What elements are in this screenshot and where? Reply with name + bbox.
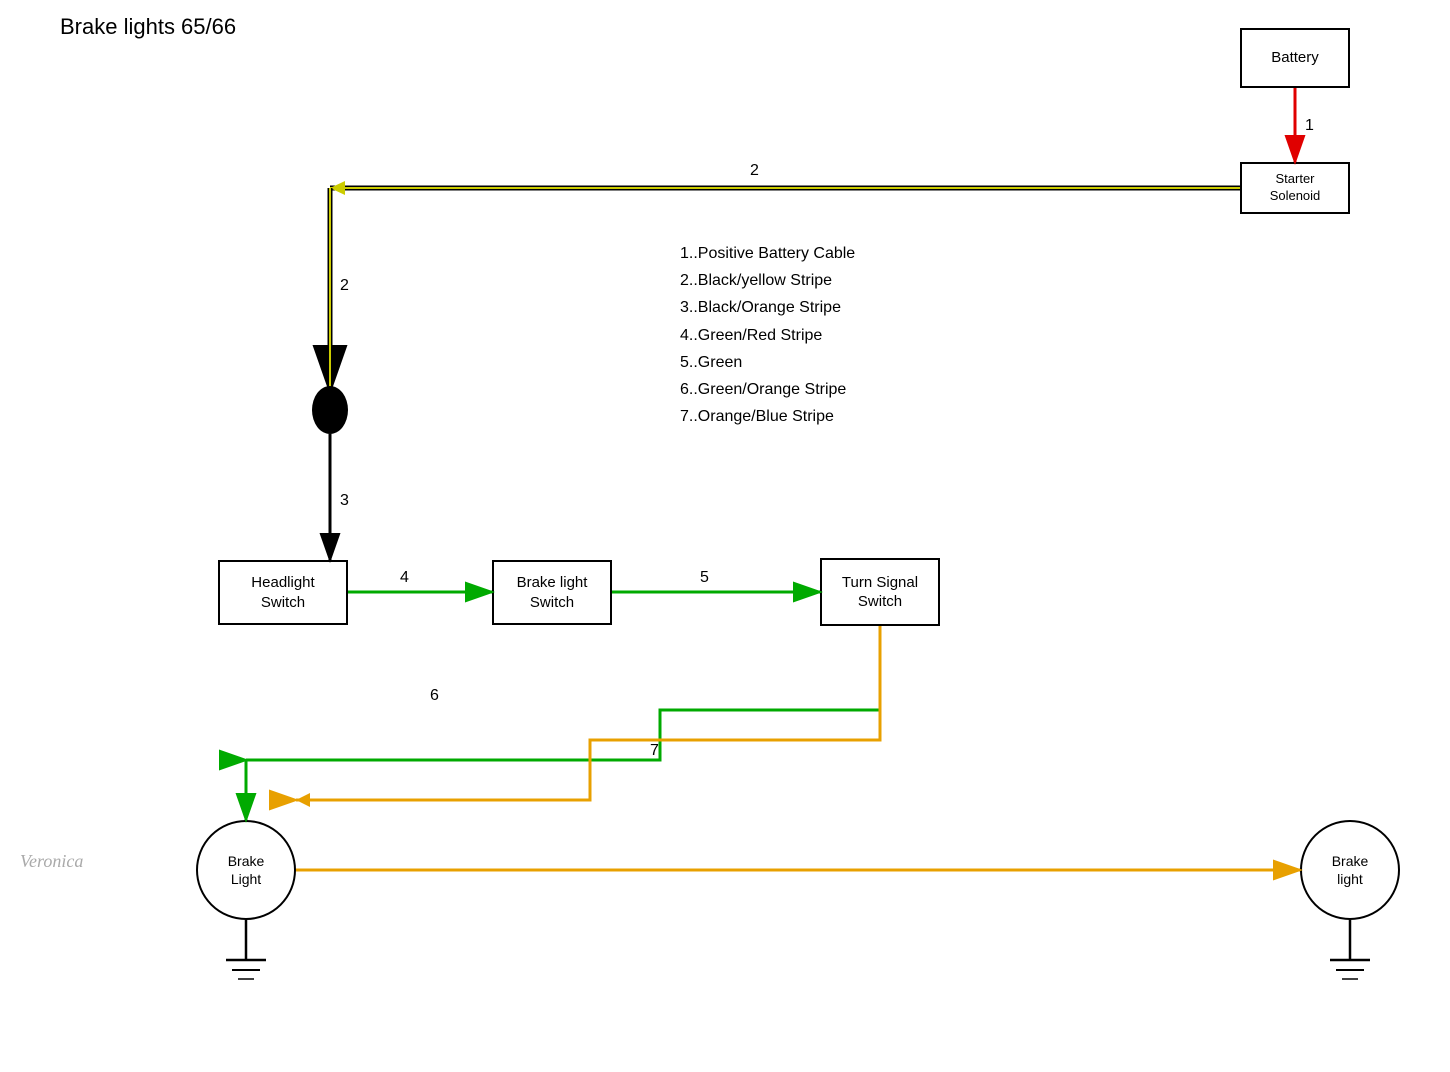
label-1: 1 <box>1305 117 1314 134</box>
label-5: 5 <box>700 569 709 586</box>
label-4: 4 <box>400 569 409 586</box>
label-2-top: 2 <box>750 162 759 179</box>
label-2-vert: 2 <box>340 277 349 294</box>
wiring-diagram: 1 2 2 3 4 5 6 7 <box>0 0 1450 1072</box>
junction-dot <box>312 386 348 434</box>
wire-7-orange-left <box>296 626 880 800</box>
label-3: 3 <box>340 492 349 509</box>
label-6: 6 <box>430 687 439 704</box>
orange-arrow-left-bl <box>296 793 310 807</box>
label-7: 7 <box>650 742 659 759</box>
